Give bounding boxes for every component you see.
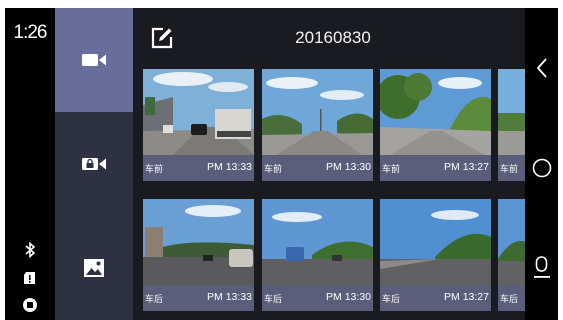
thumbnail-image bbox=[143, 69, 254, 155]
device-screen: 1:26 20160830 车前 PM 13:33 车前 PM 13:30 车前… bbox=[5, 8, 558, 320]
camera-position-label: 车后 bbox=[382, 294, 401, 304]
recording-time: PM 13:33 bbox=[207, 161, 252, 173]
home-button[interactable] bbox=[525, 148, 558, 188]
thumbnail-image bbox=[498, 69, 525, 155]
camera-position-label: 车前 bbox=[145, 164, 164, 174]
mode-locked-video[interactable] bbox=[55, 112, 133, 216]
back-icon bbox=[536, 58, 547, 78]
recording-time: PM 13:27 bbox=[444, 291, 489, 303]
video-thumbnail[interactable]: 车前 PM 13:27 bbox=[380, 69, 491, 181]
gallery-date-title: 20160830 bbox=[295, 28, 371, 47]
camera-position-label: 车后 bbox=[145, 294, 164, 304]
clock: 1:26 bbox=[13, 22, 48, 43]
status-bar: 1:26 bbox=[5, 8, 55, 320]
thumbnail-caption: 车前 PM 13:30 bbox=[262, 155, 373, 181]
camera-position-label: 车前 bbox=[264, 164, 283, 174]
thumbnail-caption: 车后 PM 13:27 bbox=[380, 285, 491, 311]
video-thumbnail[interactable]: 车后 PM 13:33 bbox=[143, 199, 254, 311]
video-thumbnail[interactable]: 车后 PM 13:30 bbox=[262, 199, 373, 311]
thumbnail-image bbox=[143, 199, 254, 285]
recording-time: PM 13:33 bbox=[207, 291, 252, 303]
camera-position-label: 车前 bbox=[382, 164, 401, 174]
thumbnail-image bbox=[262, 69, 373, 155]
photo-gallery-icon bbox=[84, 259, 104, 277]
camera-position-label: 车前 bbox=[500, 164, 519, 174]
video-thumbnail[interactable]: 车前 PM 13:30 bbox=[262, 69, 373, 181]
thumbnail-caption: 车前 PM 13:33 bbox=[143, 155, 254, 181]
recording-time: PM 13:27 bbox=[444, 161, 489, 173]
thumbnail-caption: 车后 bbox=[498, 285, 525, 311]
thumbnail-caption: 车前 PM 13:27 bbox=[380, 155, 491, 181]
thumbnail-caption: 车前 bbox=[498, 155, 525, 181]
thumbnail-image bbox=[380, 199, 491, 285]
thumbnail-image bbox=[498, 199, 525, 285]
thumbnail-caption: 车后 PM 13:33 bbox=[143, 285, 254, 311]
recording-time: PM 13:30 bbox=[326, 291, 371, 303]
home-icon bbox=[532, 158, 551, 178]
camera-position-label: 车后 bbox=[264, 294, 283, 304]
video-thumbnail[interactable]: 车后 bbox=[498, 199, 525, 311]
video-camera-icon bbox=[82, 54, 106, 66]
thumbnail-image bbox=[380, 69, 491, 155]
navigation-bar bbox=[525, 8, 558, 320]
mode-photos[interactable] bbox=[55, 216, 133, 320]
recording-time: PM 13:30 bbox=[326, 161, 371, 173]
sd-card-icon bbox=[24, 272, 35, 284]
bluetooth-icon bbox=[25, 241, 36, 259]
mode-video[interactable] bbox=[55, 8, 133, 112]
gallery-panel: 20160830 车前 PM 13:33 车前 PM 13:30 车前 PM 1… bbox=[133, 8, 525, 320]
back-button[interactable] bbox=[525, 48, 558, 88]
record-icon bbox=[23, 298, 37, 312]
edit-icon[interactable] bbox=[150, 26, 174, 50]
camera-position-label: 车后 bbox=[500, 294, 519, 304]
video-thumbnail[interactable]: 车前 PM 13:33 bbox=[143, 69, 254, 181]
locked-video-icon bbox=[82, 158, 106, 170]
mode-sidebar bbox=[55, 8, 133, 320]
recent-apps-icon bbox=[533, 256, 550, 278]
thumbnail-caption: 车后 PM 13:30 bbox=[262, 285, 373, 311]
recent-apps-button[interactable] bbox=[525, 248, 558, 288]
video-thumbnail[interactable]: 车前 bbox=[498, 69, 525, 181]
video-thumbnail[interactable]: 车后 PM 13:27 bbox=[380, 199, 491, 311]
thumbnail-image bbox=[262, 199, 373, 285]
